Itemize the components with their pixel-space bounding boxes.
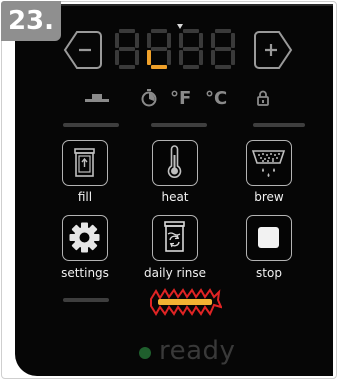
display-digit-2 <box>147 29 171 69</box>
lid-icon <box>85 94 109 102</box>
fill-button[interactable] <box>62 140 108 186</box>
minus-button[interactable] <box>63 28 103 72</box>
heat-button[interactable] <box>152 140 198 186</box>
brew-label: brew <box>254 190 284 204</box>
display-digit-3 <box>179 29 203 69</box>
segment-display <box>113 24 243 74</box>
timer-icon <box>141 89 157 107</box>
settings-label: settings <box>61 266 109 280</box>
display-digit-1 <box>115 29 139 69</box>
rinse-icon <box>164 221 185 252</box>
thermometer-icon <box>167 145 182 178</box>
settings-bar <box>63 298 109 302</box>
ready-indicator-dot <box>139 347 151 359</box>
stop-icon <box>258 227 279 248</box>
brew-button[interactable] <box>246 140 292 186</box>
indicator-bar-center <box>151 123 207 127</box>
heat-label: heat <box>161 190 189 204</box>
daily-rinse-highlight <box>150 288 222 317</box>
indicator-bar-right <box>253 123 305 127</box>
fill-label: fill <box>77 190 93 204</box>
brew-basket-icon <box>251 150 286 177</box>
units-fahrenheit: °F <box>170 88 192 109</box>
units-celsius: °C <box>205 88 228 109</box>
settings-button[interactable] <box>62 215 108 261</box>
daily-rinse-label: daily rinse <box>143 266 207 280</box>
stop-button[interactable] <box>246 215 292 261</box>
ready-status-text: ready <box>159 336 236 366</box>
stop-label: stop <box>256 266 282 280</box>
panel-top-edge <box>15 4 333 6</box>
minus-icon <box>63 31 102 69</box>
plus-icon <box>254 31 293 69</box>
indicator-bar-left <box>63 123 119 127</box>
gear-icon <box>69 222 100 253</box>
plus-button[interactable] <box>253 28 293 72</box>
step-number-badge: 23. <box>1 1 61 41</box>
daily-rinse-button[interactable] <box>152 215 198 261</box>
display-digit-4 <box>211 29 235 69</box>
indicator-row: °F °C <box>15 86 333 116</box>
fill-icon <box>74 148 95 177</box>
lock-icon <box>257 90 269 106</box>
control-panel: °F °C fill heat brew settings daily rins… <box>15 4 333 376</box>
